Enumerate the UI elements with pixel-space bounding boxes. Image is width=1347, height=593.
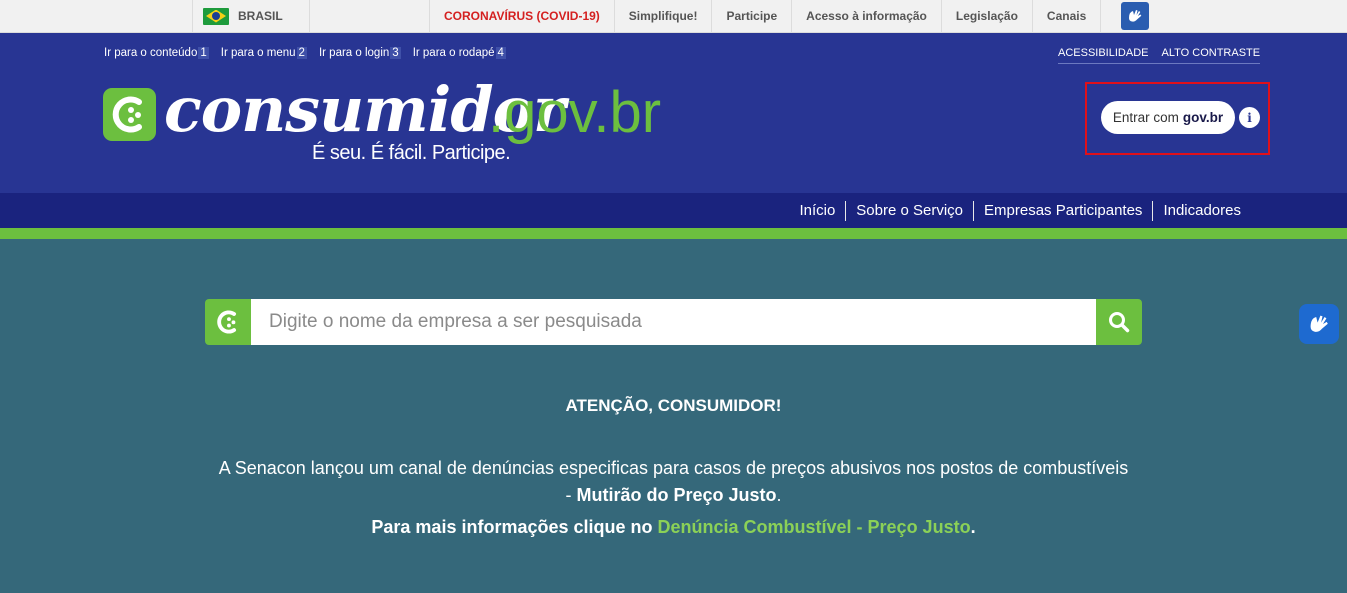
vlibras-widget-icon[interactable] xyxy=(1299,304,1339,344)
more-info-suffix: . xyxy=(970,517,976,537)
site-header: Ir para o conteúdo 1 Ir para o menu 2 Ir p… xyxy=(0,33,1347,193)
denuncia-combustivel-link[interactable]: Denúncia Combustível - Preço Justo xyxy=(658,517,971,537)
gov-bar: BRASIL CORONAVÍRUS (COVID-19) Simplifiqu… xyxy=(0,0,1347,33)
gov-links: CORONAVÍRUS (COVID-19) Simplifique! Part… xyxy=(429,0,1102,32)
skip-to-menu[interactable]: Ir para o menu 2 xyxy=(221,47,307,59)
brasil-label: BRASIL xyxy=(238,9,283,23)
notice-body-suffix: . xyxy=(776,485,782,505)
gov-link-simplifique[interactable]: Simplifique! xyxy=(613,0,712,32)
consumidor-logo-icon[interactable] xyxy=(103,88,156,141)
nav-inicio[interactable]: Início xyxy=(789,201,845,221)
company-search-input[interactable] xyxy=(251,299,1096,345)
accessibility-links: ACESSIBILIDADE ALTO CONTRASTE xyxy=(1058,47,1261,64)
login-govbr-button[interactable]: Entrar com gov.br xyxy=(1101,101,1235,134)
skip-to-login[interactable]: Ir para o login 3 xyxy=(319,47,401,59)
more-info-prefix: Para mais informações clique no xyxy=(371,517,658,537)
notice-body-bold: Mutirão do Preço Justo xyxy=(576,485,777,505)
gov-link-covid[interactable]: CORONAVÍRUS (COVID-19) xyxy=(429,0,614,32)
notice-body-line1: A Senacon lançou um canal de denúncias e… xyxy=(218,458,1129,478)
notice-more-info: Para mais informações clique no Denúncia… xyxy=(0,517,1347,538)
green-divider xyxy=(0,228,1347,239)
sign-language-icon[interactable] xyxy=(1121,2,1149,30)
high-contrast-link[interactable]: ALTO CONTRASTE xyxy=(1161,47,1260,59)
skip-to-content[interactable]: Ir para o conteúdo 1 xyxy=(104,47,209,59)
logo-slogan: É seu. É fácil. Participe. xyxy=(312,142,511,164)
search-icon xyxy=(1109,312,1130,333)
company-search xyxy=(205,299,1142,345)
gov-link-participe[interactable]: Participe xyxy=(711,0,791,32)
accessibility-link[interactable]: ACESSIBILIDADE xyxy=(1058,47,1148,59)
notice-body-prefix: - xyxy=(565,485,577,505)
gov-link-legislacao[interactable]: Legislação xyxy=(940,0,1032,32)
notice-body: A Senacon lançou um canal de denúncias e… xyxy=(0,455,1347,509)
info-icon[interactable]: i xyxy=(1239,107,1260,128)
notice-title: ATENÇÃO, CONSUMIDOR! xyxy=(565,396,782,415)
brasil-link[interactable]: BRASIL xyxy=(192,0,310,32)
logo-domain: .gov.br xyxy=(488,80,662,145)
nav-indicadores[interactable]: Indicadores xyxy=(1152,200,1251,221)
search-button[interactable] xyxy=(1096,299,1142,345)
nav-sobre-servico[interactable]: Sobre o Serviço xyxy=(845,200,973,221)
brazil-flag-icon xyxy=(203,7,229,25)
skip-to-footer[interactable]: Ir para o rodapé 4 xyxy=(413,47,506,59)
main-nav: Início Sobre o Serviço Empresas Particip… xyxy=(0,193,1347,228)
gov-link-acesso-informacao[interactable]: Acesso à informação xyxy=(791,0,941,32)
nav-empresas-participantes[interactable]: Empresas Participantes xyxy=(973,200,1152,221)
consumidor-search-icon xyxy=(205,299,251,345)
gov-link-canais[interactable]: Canais xyxy=(1031,0,1102,32)
skip-links: Ir para o conteúdo 1 Ir para o menu 2 Ir p… xyxy=(104,47,506,59)
